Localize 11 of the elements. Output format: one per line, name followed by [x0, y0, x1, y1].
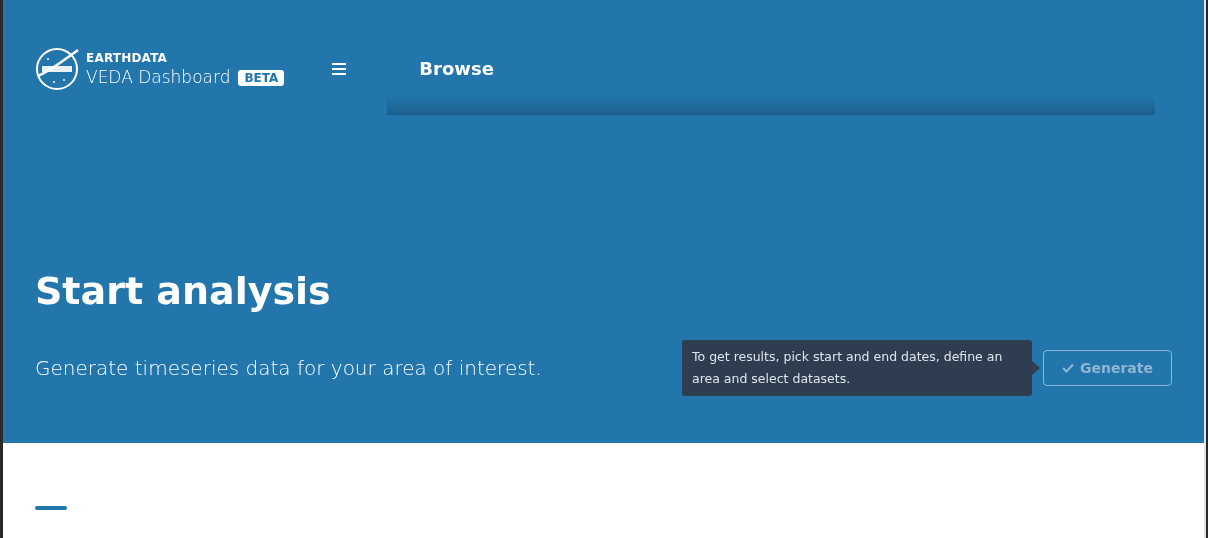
- accent-rule: [35, 506, 67, 510]
- tooltip: To get results, pick start and end dates, define an area and select datasets.: [682, 340, 1032, 396]
- nav-link[interactable]: Browse: [419, 58, 494, 79]
- check-icon: [1062, 363, 1074, 373]
- brand-name: EARTHDATA: [86, 50, 169, 66]
- beta-badge: BETA: [238, 70, 285, 86]
- tooltip-arrow-icon: [1032, 361, 1040, 375]
- page-subtitle: Generate timeseries data for your area of interest.: [35, 356, 542, 380]
- page-title: Start analysis: [35, 268, 332, 314]
- menu-icon: [332, 63, 347, 75]
- app-title: VEDA Dashboard: [86, 65, 231, 88]
